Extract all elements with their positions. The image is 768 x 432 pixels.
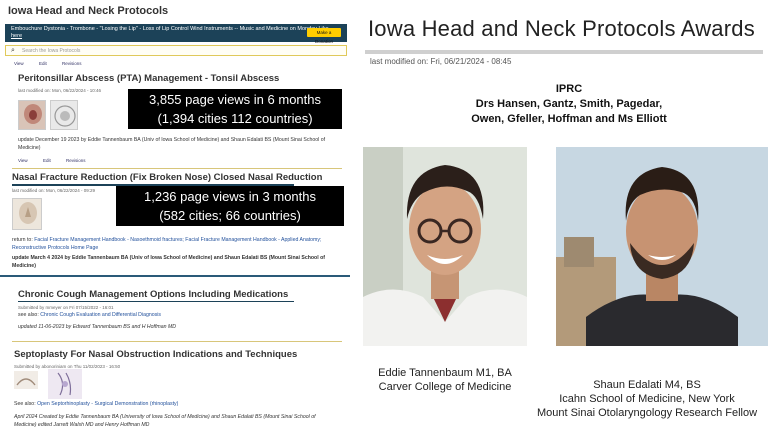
search-placeholder: Search the Iowa Protocols [22, 48, 81, 54]
search-icon: ⌕ [11, 47, 15, 54]
person2-caption: Shaun Edalati M4, BS Icahn School of Med… [526, 378, 768, 420]
last-modified: last modified on: Mon, 06/22/2024 - 09:2… [12, 188, 96, 193]
panel-chronic-cough: Chronic Cough Management Options Includi… [0, 278, 350, 338]
update-note: April 2024 Created by Eddie Tannenbaum B… [14, 414, 316, 429]
tab-edit[interactable]: Edit [39, 61, 47, 66]
section-title-nasal-fracture[interactable]: Nasal Fracture Reduction (Fix Broken Nos… [12, 172, 322, 183]
tab-view[interactable]: View [18, 158, 28, 163]
update-note: update December 19 2023 by Eddie Tannenb… [18, 137, 326, 152]
page-views-box: 3,855 page views in 6 months (1,394 citi… [128, 89, 342, 129]
page-views-reach: (1,394 cities 112 countries) [157, 111, 313, 126]
see-also-link[interactable]: Open Septorhinoplasty - Surgical Demonst… [37, 401, 178, 407]
submitted-by: Submitted by mmeyer on Fri 07/15/2022 - … [18, 305, 114, 310]
photo-shaun-edalati [556, 147, 768, 346]
last-modified: last modified on: Fri, 06/21/2024 - 08:4… [370, 57, 512, 66]
see-also: see also: Chronic Cough Evaluation and D… [18, 311, 338, 319]
tab-edit[interactable]: Edit [43, 158, 51, 163]
section-tabs: View Edit Revisions [18, 158, 100, 163]
see-also-label: see also: [18, 312, 39, 318]
thumbnail-image[interactable] [12, 198, 42, 230]
see-also-label: See also: [14, 401, 36, 407]
banner-text: Embouchure Dystonia - Trombone - "Losing… [11, 26, 317, 32]
iprc-heading: IPRC [555, 83, 583, 95]
donate-button[interactable]: Make a Donation [307, 28, 341, 44]
search-input[interactable]: ⌕ Search the Iowa Protocols [5, 45, 347, 56]
panel-peritonsillar: Iowa Head and Neck Protocols Embouchure … [0, 0, 350, 168]
section-tabs: View Edit Revisions [14, 61, 96, 66]
page-views-count: 3,855 page views in 6 months [149, 92, 321, 107]
thumbnail-image[interactable] [50, 100, 78, 130]
section-title-septoplasty[interactable]: Septoplasty For Nasal Obstruction Indica… [14, 349, 297, 360]
panel-septoplasty: Septoplasty For Nasal Obstruction Indica… [0, 343, 350, 432]
tab-revisions[interactable]: Revisions [62, 61, 82, 66]
thumbnail-image[interactable] [48, 369, 82, 399]
divider [0, 275, 350, 277]
return-link[interactable]: Facial Fracture Management Handbook - Na… [12, 237, 321, 251]
page-views-box: 1,236 page views in 3 months (582 cities… [116, 186, 344, 226]
slide: Iowa Head and Neck Protocols Embouchure … [0, 0, 768, 432]
return-label: return to: [12, 237, 33, 243]
update-note: update March 4 2024 by Eddie Tannenbaum … [12, 255, 326, 270]
divider [18, 301, 294, 302]
person1-caption: Eddie Tannenbaum M1, BA Carver College o… [370, 366, 520, 394]
divider [12, 341, 342, 342]
awards-title: Iowa Head and Neck Protocols Awards [368, 16, 755, 41]
photo-eddie-tannenbaum [363, 147, 527, 346]
last-modified: last modified on: Mon, 06/22/2024 - 10:4… [18, 88, 102, 93]
section-title-chronic-cough[interactable]: Chronic Cough Management Options Includi… [18, 289, 288, 300]
iprc-members: Owen, Gfeller, Hoffman and Ms Elliott [471, 113, 667, 125]
person1-school: Carver College of Medicine [378, 381, 512, 393]
return-to-links: return to: Facial Fracture Management Ha… [12, 236, 332, 252]
divider [12, 168, 342, 169]
title-underline [365, 50, 763, 54]
thumbnail-image[interactable] [18, 100, 46, 130]
see-also-link[interactable]: Chronic Cough Evaluation and Differentia… [40, 312, 161, 318]
person2-fellowship: Mount Sinai Otolaryngology Research Fell… [536, 407, 758, 419]
page-views-reach: (582 cities; 66 countries) [159, 208, 301, 223]
see-also: See also: Open Septorhinoplasty - Surgic… [14, 400, 344, 408]
announcement-banner[interactable]: Embouchure Dystonia - Trombone - "Losing… [5, 24, 347, 44]
tab-view[interactable]: View [14, 61, 24, 66]
update-note: updated 11-06-2023 by Edward Tannenbaum … [18, 324, 177, 330]
tab-revisions[interactable]: Revisions [66, 158, 86, 163]
section-title-pta[interactable]: Peritonsillar Abscess (PTA) Management -… [18, 73, 279, 84]
person1-name: Eddie Tannenbaum M1, BA [378, 367, 512, 379]
thumbnail-image[interactable] [14, 371, 38, 389]
person2-name: Shaun Edalati M4, BS [593, 379, 701, 391]
iprc-members: Drs Hansen, Gantz, Smith, Pagedar, [475, 98, 663, 110]
person2-school: Icahn School of Medicine, New York [559, 393, 735, 405]
page-views-count: 1,236 page views in 3 months [144, 189, 316, 204]
panel-nasal-fracture: Nasal Fracture Reduction (Fix Broken Nos… [0, 170, 350, 274]
site-title[interactable]: Iowa Head and Neck Protocols [8, 5, 168, 17]
